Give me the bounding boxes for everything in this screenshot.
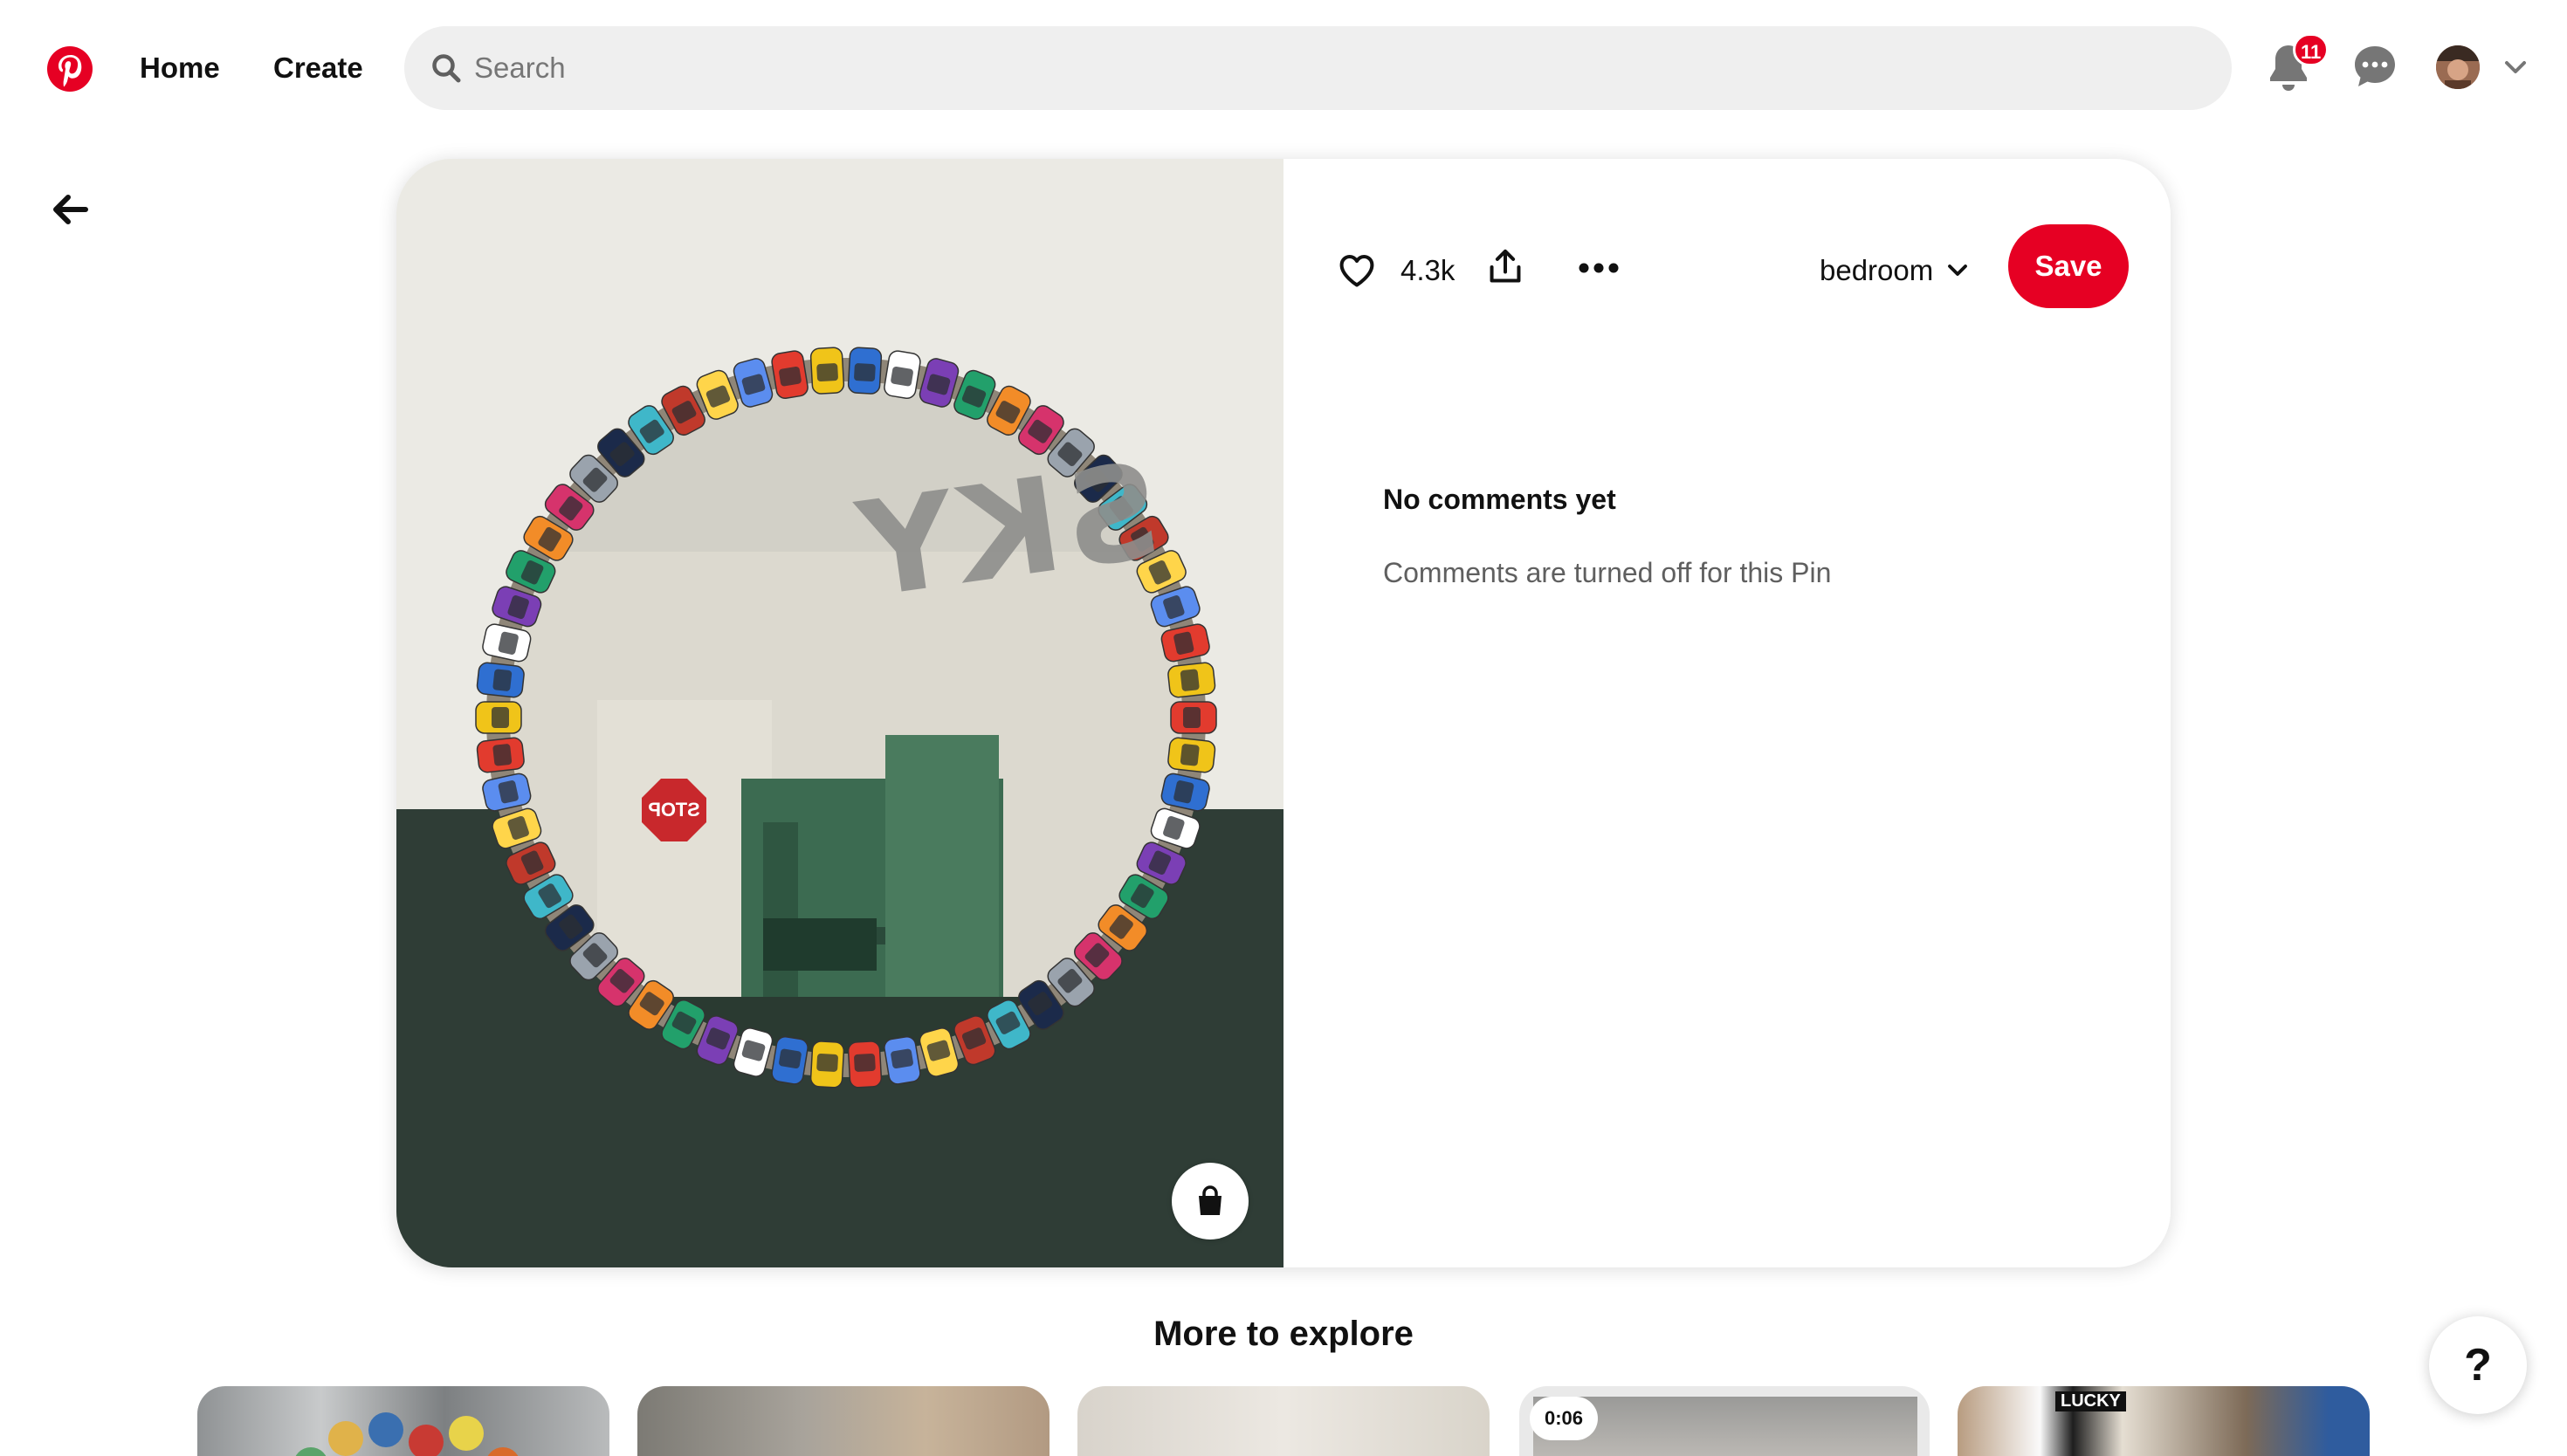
stop-sign-text: STOP	[648, 799, 700, 821]
nav-home-link[interactable]: Home	[140, 42, 220, 94]
search-icon	[432, 54, 461, 83]
profile-avatar[interactable]	[2436, 45, 2480, 89]
shop-bag-button[interactable]	[1172, 1163, 1249, 1240]
video-duration-badge: 0:06	[1530, 1397, 1598, 1440]
pin-image[interactable]	[396, 159, 1284, 1267]
account-chevron-down-icon[interactable]	[2502, 54, 2529, 80]
explore-pin-tile[interactable]: LUCKY	[1958, 1386, 2370, 1456]
back-arrow-icon[interactable]	[51, 192, 89, 227]
more-to-explore-heading: More to explore	[1153, 1315, 1414, 1353]
messages-chat-icon[interactable]	[2352, 44, 2398, 89]
like-count: 4.3k	[1400, 254, 1456, 286]
chevron-down-icon	[1948, 264, 1968, 276]
pin-details-panel: 4.3k bedroom Save No comments yet Commen…	[1284, 159, 2171, 1267]
notification-count-badge: 11	[2293, 33, 2330, 66]
more-options-ellipsis-icon[interactable]	[1577, 255, 1621, 281]
pinterest-logo-icon[interactable]	[47, 46, 93, 92]
pin-closeup-card: SKY STOP 4.3k bedroom Save No comments y…	[396, 159, 2171, 1267]
top-nav: Home Create 11	[0, 0, 2567, 140]
board-selector-dropdown[interactable]: bedroom	[1820, 246, 1970, 295]
comments-disabled-note: Comments are turned off for this Pin	[1383, 557, 1832, 588]
explore-pin-tile[interactable]	[197, 1386, 609, 1456]
explore-pin-tile[interactable]	[1077, 1386, 1490, 1456]
selected-board-name: bedroom	[1820, 254, 1934, 286]
save-button[interactable]: Save	[2008, 224, 2129, 308]
nav-create-link[interactable]: Create	[273, 42, 363, 94]
help-button[interactable]: ?	[2429, 1316, 2527, 1414]
comments-heading: No comments yet	[1383, 484, 1616, 515]
shopping-bag-icon	[1199, 1185, 1222, 1215]
tile-lucky-text: LUCKY	[2055, 1391, 2126, 1411]
explore-pin-tile[interactable]	[637, 1386, 1050, 1456]
search-input[interactable]	[474, 26, 2203, 110]
heart-icon[interactable]	[1336, 250, 1378, 292]
search-bar[interactable]	[404, 26, 2232, 110]
share-icon[interactable]	[1486, 246, 1524, 288]
